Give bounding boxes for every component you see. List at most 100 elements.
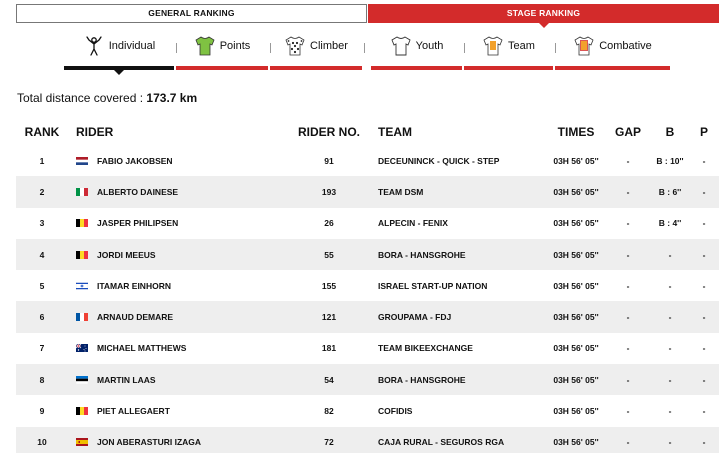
rider-no-cell: 55 xyxy=(324,249,334,260)
belgium-flag-icon xyxy=(76,407,88,416)
tab-team[interactable]: Team xyxy=(464,34,553,70)
table-body: 1 FABIO JAKOBSEN 91 DECEUNINCK - QUICK - ST… xyxy=(16,145,719,453)
team-cell[interactable]: ISRAEL START-UP NATION xyxy=(378,270,538,301)
bonus-cell: B : 6'' xyxy=(658,186,682,197)
table-row[interactable]: 10 JON ABERASTURI IZAGA 72 CAJA RURAL - SEG… xyxy=(16,426,719,453)
rider-name[interactable]: FABIO JAKOBSEN xyxy=(97,156,173,166)
tab-youth[interactable]: Youth xyxy=(371,34,462,70)
header-p: P xyxy=(699,124,708,139)
header-rank: RANK xyxy=(24,124,60,139)
spain-flag-icon xyxy=(76,438,88,447)
team-cell[interactable]: TEAM BIKEEXCHANGE xyxy=(378,333,538,364)
team-cell[interactable]: BORA - HANSGROHE xyxy=(378,239,538,270)
time-cell: 03H 56' 05'' xyxy=(553,312,599,323)
belgium-flag-icon xyxy=(76,250,88,259)
bonus-cell: - xyxy=(668,374,672,385)
team-cell[interactable]: BORA - HANSGROHE xyxy=(378,364,538,395)
rider-cell: ALBERTO DAINESE xyxy=(76,176,296,207)
time-cell: 03H 56' 05'' xyxy=(553,186,599,197)
table-row[interactable]: 5 ITAMAR EINHORN 155 ISRAEL START-UP NATION… xyxy=(16,270,719,301)
rider-cell: MARTIN LAAS xyxy=(75,364,296,395)
header-rider-no: RIDER NO. xyxy=(298,124,361,139)
rider-cell: PIET ALLEGAERT xyxy=(76,395,296,426)
rank-cell: 8 xyxy=(39,374,45,385)
time-cell: 03H 56' 05'' xyxy=(553,249,599,260)
time-cell: 03H 56' 05'' xyxy=(553,343,599,354)
gap-cell: - xyxy=(626,437,630,448)
rider-no-cell: 72 xyxy=(324,437,334,448)
table-row[interactable]: 8 MARTIN LAAS 54 BORA - HANSGROHE 03H 56' 05… xyxy=(16,364,719,396)
tab-points[interactable]: Points xyxy=(176,34,268,70)
rank-cell: 6 xyxy=(39,312,45,323)
rider-name[interactable]: MARTIN LAAS xyxy=(97,375,156,385)
total-distance-value: 173.7 km xyxy=(146,91,198,105)
table-row[interactable]: 4 JORDI MEEUS 55 BORA - HANSGROHE 03H 56' 05… xyxy=(16,238,719,271)
header-times: TIMES xyxy=(557,124,595,139)
penalty-cell: - xyxy=(702,218,706,229)
team-cell[interactable]: CAJA RURAL - SEGUROS RGA xyxy=(378,427,538,453)
gap-cell: - xyxy=(626,406,630,417)
penalty-cell: - xyxy=(702,155,706,166)
rider-cell: ITAMAR EINHORN xyxy=(75,270,296,301)
rider-name[interactable]: MICHAEL MATTHEWS xyxy=(97,343,186,353)
rider-cell: ARNAUD DEMARE xyxy=(76,301,296,332)
bonus-cell: B : 10'' xyxy=(656,155,684,166)
time-cell: 03H 56' 05'' xyxy=(553,218,599,229)
rider-name[interactable]: JON ABERASTURI IZAGA xyxy=(97,437,201,447)
rider-name[interactable]: JORDI MEEUS xyxy=(97,250,156,260)
penalty-cell: - xyxy=(702,280,706,291)
team-cell[interactable]: COFIDIS xyxy=(378,395,538,426)
belgium-flag-icon xyxy=(76,219,88,228)
team-cell[interactable]: GROUPAMA - FDJ xyxy=(378,301,538,332)
team-cell[interactable]: TEAM DSM xyxy=(378,176,538,207)
bonus-cell: - xyxy=(668,437,672,448)
table-row[interactable]: 7 MICHAEL MATTHEWS 181 TEAM BIKEEXCHANGE 03H… xyxy=(16,333,719,364)
penalty-cell: - xyxy=(702,406,706,417)
table-row[interactable]: 3 JASPER PHILIPSEN 26 ALPECIN - FENIX 03H 56… xyxy=(16,208,719,239)
table-row[interactable]: 1 FABIO JAKOBSEN 91 DECEUNINCK - QUICK - ST… xyxy=(16,145,719,176)
penalty-cell: - xyxy=(702,186,706,197)
penalty-cell: - xyxy=(702,312,706,323)
rider-cell: MICHAEL MATTHEWS xyxy=(75,333,296,364)
bonus-cell: - xyxy=(668,312,672,323)
rider-name[interactable]: PIET ALLEGAERT xyxy=(97,406,170,416)
rider-no-cell: 82 xyxy=(324,406,334,417)
team-cell[interactable]: ALPECIN - FENIX xyxy=(378,208,538,239)
gap-cell: - xyxy=(626,343,630,354)
rank-cell: 3 xyxy=(39,218,45,229)
bonus-cell: B : 4'' xyxy=(658,218,682,229)
penalty-cell: - xyxy=(702,437,706,448)
france-flag-icon xyxy=(76,313,88,322)
tab-combative[interactable]: Combative xyxy=(555,34,670,70)
bonus-cell: - xyxy=(668,280,672,291)
rider-name[interactable]: JASPER PHILIPSEN xyxy=(97,218,178,228)
header-b: B xyxy=(665,124,675,139)
rank-cell: 10 xyxy=(37,437,47,448)
tab-stage-ranking[interactable]: STAGE RANKING xyxy=(368,4,719,28)
table-row[interactable]: 9 PIET ALLEGAERT 82 COFIDIS 03H 56' 05'' - - - xyxy=(16,395,719,426)
rider-name[interactable]: ITAMAR EINHORN xyxy=(97,281,171,291)
rider-name[interactable]: ARNAUD DEMARE xyxy=(97,312,173,322)
table-row[interactable]: 2 ALBERTO DAINESE 193 TEAM DSM 03H 56' 05'' -… xyxy=(16,176,719,208)
team-cell[interactable]: DECEUNINCK - QUICK - STEP xyxy=(378,145,538,176)
penalty-cell: - xyxy=(702,343,706,354)
rank-cell: 9 xyxy=(39,406,45,417)
stage-ranking-table: RANK RIDER RIDER NO. TEAM TIMES GAP B P … xyxy=(16,118,719,453)
tab-general-ranking[interactable]: GENERAL RANKING xyxy=(16,4,367,23)
penalty-cell: - xyxy=(702,249,706,260)
rider-no-cell: 193 xyxy=(321,186,337,197)
rank-cell: 1 xyxy=(39,155,45,166)
tab-climber[interactable]: Climber xyxy=(270,34,362,70)
time-cell: 03H 56' 05'' xyxy=(553,437,599,448)
gap-cell: - xyxy=(626,312,630,323)
bonus-cell: - xyxy=(668,343,672,354)
time-cell: 03H 56' 05'' xyxy=(553,280,599,291)
rider-name[interactable]: ALBERTO DAINESE xyxy=(97,187,178,197)
rank-cell: 4 xyxy=(39,249,45,260)
estonia-flag-icon xyxy=(75,375,89,384)
ranking-tabs: GENERAL RANKING STAGE RANKING xyxy=(16,4,719,28)
bonus-cell: - xyxy=(668,249,672,260)
white-jersey-icon xyxy=(390,36,412,56)
table-row[interactable]: 6 ARNAUD DEMARE 121 GROUPAMA - FDJ 03H 56' 0… xyxy=(16,301,719,333)
tab-individual[interactable]: Individual xyxy=(64,34,174,75)
